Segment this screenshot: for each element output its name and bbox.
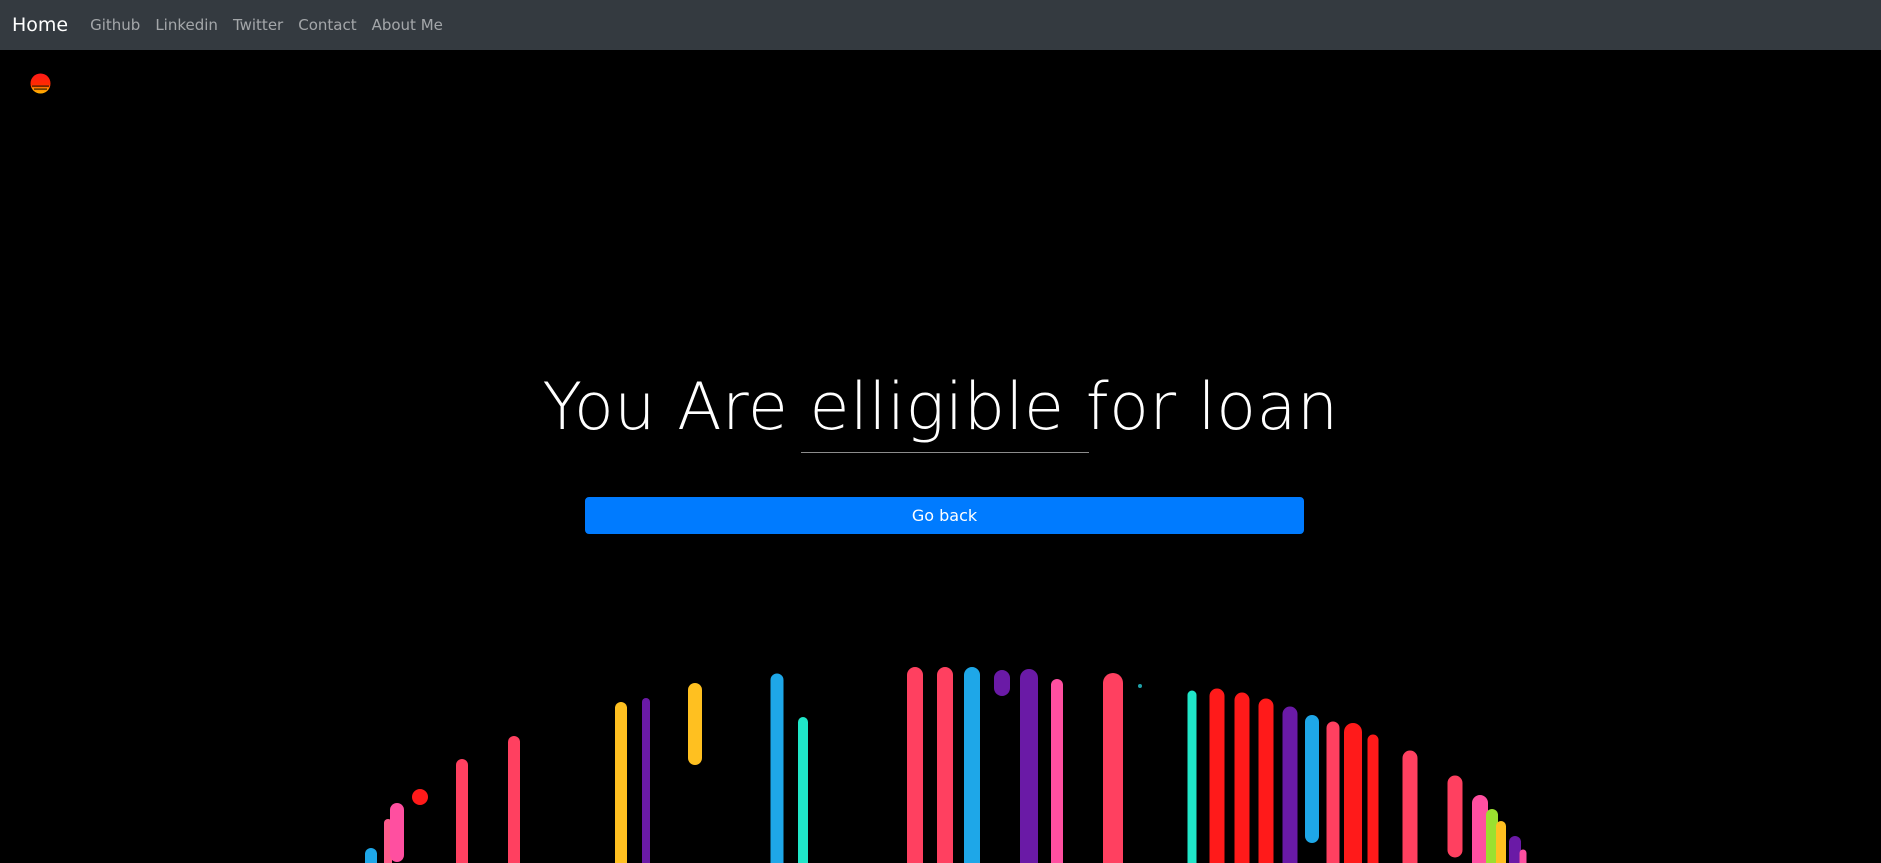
hero-headline: You Are elligible for loan xyxy=(542,370,1339,445)
hero-section: You Are elligible for loan Go back xyxy=(0,0,1881,863)
paint-splash-decoration xyxy=(365,667,1527,863)
go-back-button[interactable]: Go back xyxy=(585,497,1304,534)
headline-underline xyxy=(801,452,1089,453)
